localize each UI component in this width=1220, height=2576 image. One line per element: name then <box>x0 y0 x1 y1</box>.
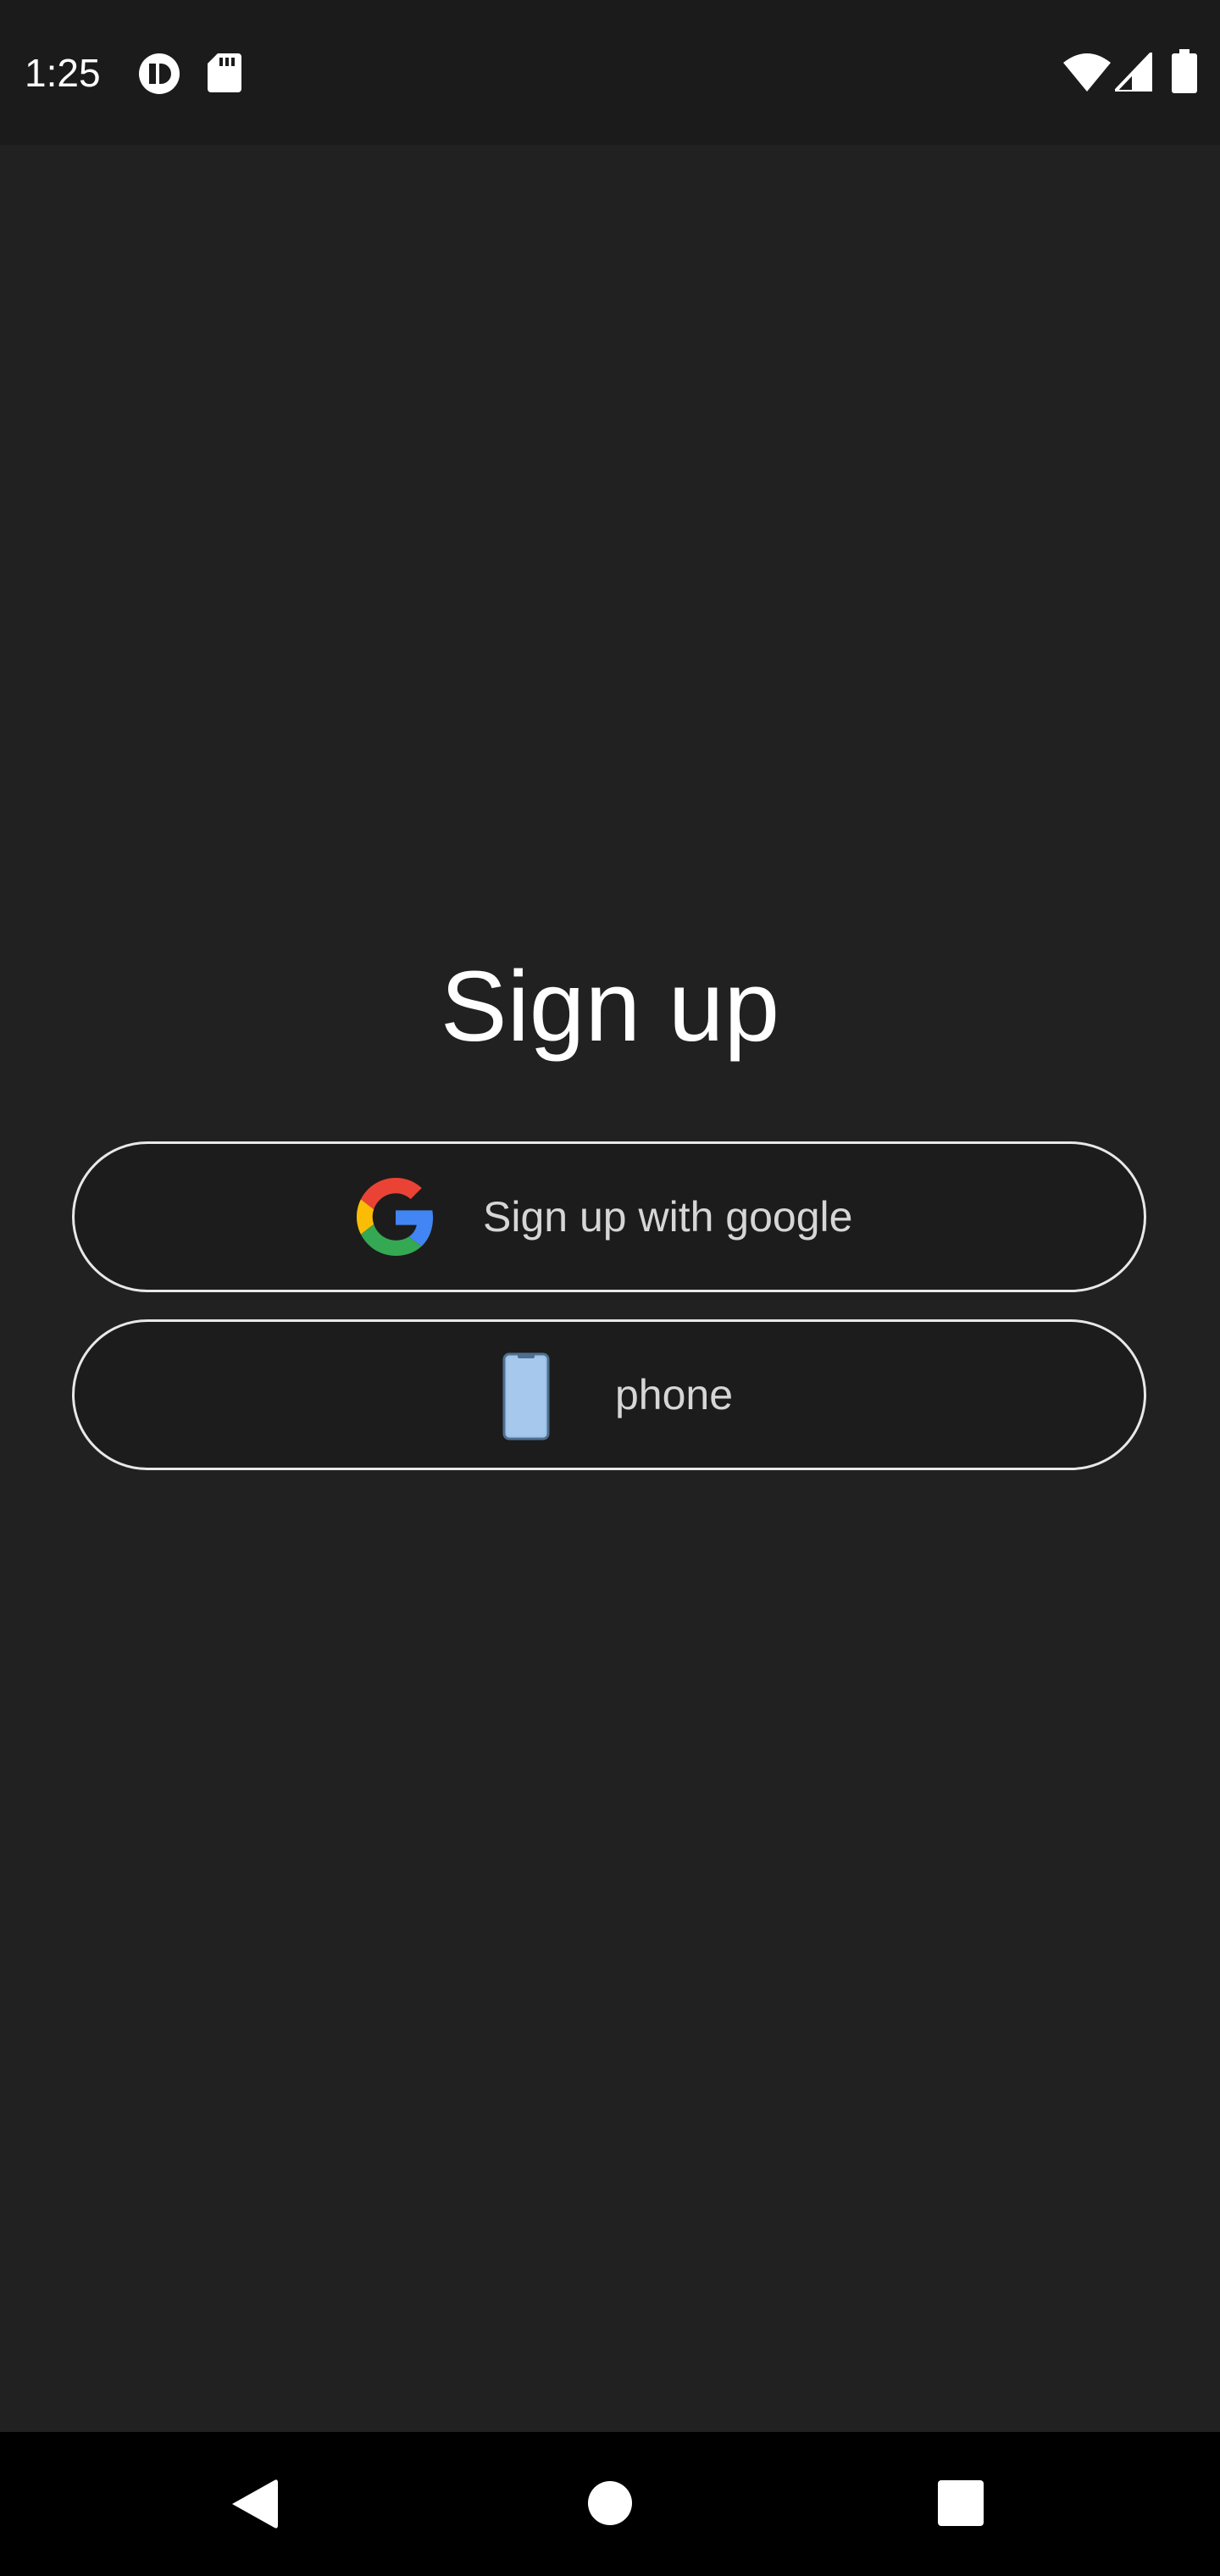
wifi-icon <box>1063 53 1111 92</box>
sign-up-google-label: Sign up with google <box>483 1193 853 1241</box>
vpn-badge-icon <box>139 53 180 94</box>
sd-card-icon <box>208 53 241 92</box>
google-icon <box>357 1178 434 1256</box>
page-title: Sign up <box>440 951 780 1063</box>
phone-icon <box>502 1352 550 1441</box>
cellular-signal-icon <box>1115 53 1152 92</box>
status-bar: 1:25 <box>0 0 1220 145</box>
navigation-bar <box>0 2432 1220 2576</box>
status-time: 1:25 <box>25 51 101 95</box>
signup-screen: 1:25 Sign up Sign up with google phone <box>0 0 1220 2576</box>
battery-icon <box>1172 49 1197 93</box>
sign-up-phone-button[interactable]: phone <box>72 1319 1146 1470</box>
recents-icon[interactable] <box>938 2480 984 2526</box>
sign-up-google-button[interactable]: Sign up with google <box>72 1141 1146 1292</box>
sign-up-phone-label: phone <box>615 1371 734 1418</box>
home-icon[interactable] <box>587 2480 633 2526</box>
back-icon[interactable] <box>229 2476 280 2532</box>
